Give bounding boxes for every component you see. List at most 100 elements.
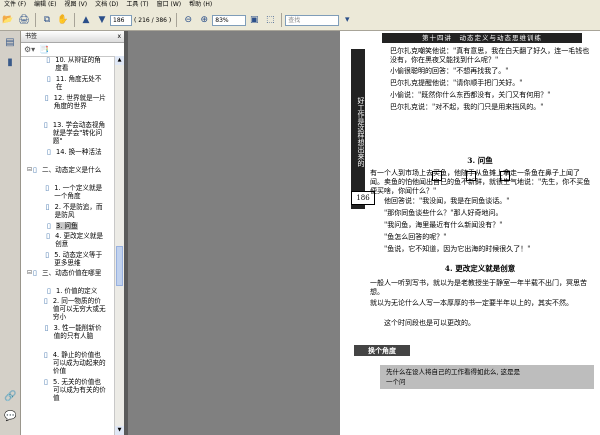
bookmarks-panel: 书签 x ⚙▾ 📑 ▯ 10. 从辩证的角度看 ▯ 11. 角度无处不在 ▯ 12. 世界… (21, 31, 125, 435)
tip-box: 先什么在设人将自己的工作看得如此么, 这是是 一个问 (380, 365, 594, 389)
bookmark-item[interactable]: ▯ 2. 同一物质的价值可以无穷大或无穷小 (41, 297, 107, 321)
bookmark-page-icon: ▯ (43, 351, 48, 359)
find-input[interactable]: 查找 (285, 14, 340, 26)
menu-item[interactable]: 帮助 (H) (185, 0, 216, 10)
menu-item[interactable]: 文件 (F) (0, 0, 30, 10)
bookmark-label: 2. 同一物质的价值可以无穷大或无穷小 (52, 297, 106, 321)
menu-item[interactable]: 工具 (T) (122, 0, 152, 10)
paragraph: 这个时间段也是可以更改的。 (384, 319, 475, 327)
menu-item[interactable]: 视图 (V) (60, 0, 91, 10)
bookmark-page-icon: ▯ (43, 121, 48, 129)
bookmark-label: 11. 角度无处不在 (55, 75, 102, 91)
zoom-in-icon[interactable]: ⊕ (197, 13, 211, 27)
bookmark-label: 10. 从辩证的角度看 (55, 56, 101, 72)
fit-width-icon[interactable]: ⬚ (263, 13, 277, 27)
tip-title: 换个角度 (354, 345, 410, 356)
bookmark-page-icon: ▯ (44, 324, 49, 332)
document-page: 第十四讲 动态定义与动态思维训练 好工作是这样想出来的 186 巴尔扎克嘲笑他说… (340, 31, 600, 435)
bookmark-label: 13. 学会动态视角就是学会"转化问题" (52, 121, 106, 145)
bookmark-label: 3. 性一能削新价值的只有人脑 (53, 324, 102, 340)
menu-item[interactable]: 编辑 (E) (30, 0, 60, 10)
bookmark-label: 2. 不是防追，而是防风 (54, 203, 103, 219)
bookmark-label: 三、动态价值在哪里 (42, 269, 102, 277)
bookmark-item[interactable]: ▯ 10. 从辩证的角度看 (41, 56, 107, 72)
bookmark-tree: ▯ 10. 从辩证的角度看 ▯ 11. 角度无处不在 ▯ 12. 世界就是一片角度的世界 ▯… (21, 56, 115, 435)
bookmarks-icon[interactable]: ▮ (4, 57, 16, 69)
menu-item[interactable]: 文档 (D) (91, 0, 122, 10)
next-page-icon[interactable]: ▼ (95, 13, 109, 27)
bookmarks-panel-title: 书签 (25, 33, 38, 40)
page-number-input[interactable]: 186 (110, 14, 132, 26)
find-dropdown-icon[interactable]: ▾ (340, 13, 354, 27)
paragraph: 就以为无论什么人写一本厚厚的书一定要半年以上的，其实不然。 (370, 299, 573, 307)
bookmark-item[interactable]: ▯ 2. 不是防追，而是防风 (41, 203, 107, 219)
bookmark-page-icon: ▯ (45, 184, 50, 192)
fit-page-icon[interactable]: ▣ (247, 13, 261, 27)
bookmark-item[interactable]: ▯ 3. 性一能削新价值的只有人脑 (41, 324, 107, 340)
close-panel-icon[interactable]: x (117, 31, 121, 42)
previous-page-icon[interactable]: ▲ (79, 13, 93, 27)
bookmarks-panel-tools: ⚙▾ 📑 (21, 43, 124, 57)
bookmark-item[interactable]: ▯ 4. 更改定义就是创意 (41, 232, 107, 248)
bookmark-page-icon: ▯ (47, 287, 51, 295)
bookmark-label: 3. 问鱼 (56, 222, 78, 230)
comments-icon[interactable]: 💬 (4, 411, 16, 423)
paragraph: "鱼怎么回答的呢？" (384, 233, 447, 241)
new-bookmark-icon[interactable]: 📑 (39, 45, 49, 54)
scroll-up-icon[interactable]: ▲ (115, 56, 124, 65)
bookmark-label: 4. 更改定义就是创意 (55, 232, 104, 248)
hand-icon[interactable]: ✋ (56, 13, 70, 27)
bookmark-label: 5. 无关的价值也可以成为有关的价值 (53, 378, 106, 402)
pages-icon[interactable]: ▤ (4, 37, 16, 49)
paragraph: "我问鱼，海里最近有什么新闻没有？" (384, 221, 503, 229)
bookmark-page-icon: ▯ (33, 166, 37, 174)
bookmark-page-icon: ▯ (47, 148, 51, 156)
bookmark-label: 5. 动态定义等于更多思维 (54, 251, 103, 267)
bookmark-item[interactable]: ▯ 1. 一个定义就是一个角度 (41, 184, 107, 200)
bookmark-item[interactable]: ⊟ ▯ 二、动态定义是什么 (27, 166, 107, 174)
bookmark-item[interactable]: ▯ 5. 无关的价值也可以成为有关的价值 (41, 378, 107, 402)
zoom-level-input[interactable]: 83% (212, 14, 247, 26)
copy-icon[interactable]: ⧉ (40, 13, 54, 27)
section-heading: 3. 问鱼 (467, 156, 493, 165)
bookmark-label: 1. 价值的定义 (56, 287, 98, 295)
attachments-icon[interactable]: 🔗 (4, 391, 16, 403)
bookmark-item[interactable]: ▯ 12. 世界就是一片角度的世界 (41, 94, 107, 110)
bookmark-item[interactable]: ▯ 1. 价值的定义 (41, 287, 107, 295)
bookmark-page-icon: ▯ (44, 94, 49, 102)
bookmark-page-icon: ▯ (33, 269, 37, 277)
bookmark-page-icon: ▯ (45, 251, 50, 259)
bookmark-item[interactable]: ▯ 13. 学会动态视角就是学会"转化问题" (41, 121, 107, 145)
bookmark-item[interactable]: ▯ 4. 静止的价值也可以成为动起来的价值 (41, 351, 107, 375)
bookmark-page-icon: ▯ (43, 297, 48, 305)
bookmark-page-icon: ▯ (45, 203, 50, 211)
options-icon[interactable]: ⚙▾ (24, 45, 35, 54)
zoom-out-icon[interactable]: ⊖ (181, 13, 195, 27)
bookmarks-scrollbar[interactable]: ▲ ▼ (114, 56, 124, 435)
bookmark-label: 14. 换一种活法 (56, 148, 102, 156)
tip-line: 一个问 (386, 378, 406, 386)
paragraph: 小偷说："既然你什么东西都没有，关门又有何用？" (390, 91, 551, 99)
print-icon[interactable]: 🖨 (17, 13, 31, 27)
paragraph: 有一个人到市场上去买鱼，他随手从鱼摊上拿走一条鱼在鼻子上闻了闻。卖鱼的怕他闻出自… (370, 169, 591, 195)
bookmark-item[interactable]: ⊟ ▯ 三、动态价值在哪里 (27, 269, 107, 277)
paragraph: 巴尔扎克提醒他说："请你顺手把门关好。" (390, 79, 523, 87)
page-count-label: ( 216 / 386 ) (134, 16, 172, 24)
bookmark-item[interactable]: ▯ 11. 角度无处不在 (41, 75, 107, 91)
bookmark-item[interactable]: ▯ 5. 动态定义等于更多思维 (41, 251, 107, 267)
paragraph: 小偷很聪明的回答："不想再找我了。" (390, 67, 509, 75)
document-background (128, 31, 340, 435)
bookmarks-panel-header: 书签 x (21, 31, 124, 43)
scroll-thumb[interactable] (116, 246, 123, 286)
bookmark-item[interactable]: ▯ 14. 换一种活法 (41, 148, 107, 156)
toolbar: 📂 🖨 ⧉ ✋ ▲ ▼ 186 ( 216 / 386 ) ⊖ ⊕ 83% ▣ … (0, 10, 600, 31)
bookmark-page-icon: ▯ (46, 56, 51, 64)
menu-item[interactable]: 窗口 (W) (153, 0, 186, 10)
bookmark-label: 二、动态定义是什么 (42, 166, 102, 174)
tip-line: 先什么在设人将自己的工作看得如此么, 这是是 (386, 368, 521, 376)
bookmark-item[interactable]: ▯ 3. 问鱼 (41, 222, 107, 230)
open-icon[interactable]: 📂 (1, 13, 15, 27)
paragraph: "那你同鱼谈些什么？"那人好奇地问。 (384, 209, 503, 217)
scroll-down-icon[interactable]: ▼ (115, 426, 124, 435)
vertical-band: 好工作是这样想出来的 (351, 49, 365, 209)
